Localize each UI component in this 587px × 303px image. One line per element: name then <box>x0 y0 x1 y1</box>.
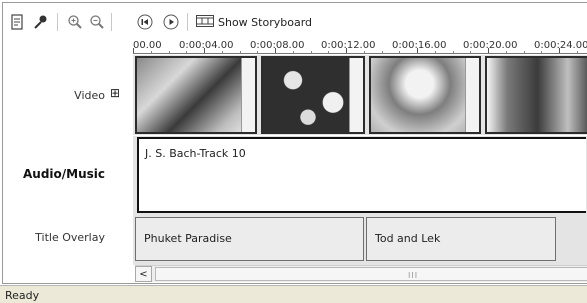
ruler-tick-mark <box>523 51 525 53</box>
ruler-tick-mark <box>221 51 223 53</box>
ruler-tick-mark <box>381 51 383 53</box>
ruler-tick-label: 0:00:04.00 <box>179 40 234 51</box>
ruler-tick-label: 0:00:16.00 <box>392 40 447 51</box>
audio-track-label: Audio/Music <box>22 167 105 181</box>
video-clip-1[interactable] <box>135 56 257 134</box>
ruler-tick-mark <box>505 51 507 53</box>
audio-levels-icon[interactable] <box>31 12 51 32</box>
play-timeline-icon[interactable] <box>161 12 181 32</box>
ruler-tick-label: 0:00:12.00 <box>321 40 376 51</box>
scroll-thumb[interactable]: III <box>155 267 587 281</box>
ruler-tick-mark <box>239 51 241 53</box>
ruler-tick-mark <box>363 51 365 53</box>
ruler-tick-mark <box>470 51 472 53</box>
ruler-tick-mark <box>328 51 330 53</box>
timeline-panel: Show Storyboard 00.00 0:00:04.00 0:00:08… <box>2 2 587 284</box>
ruler-tick-mark <box>399 51 401 53</box>
zoom-in-icon[interactable] <box>65 12 85 32</box>
title-overlay-track-label: Title Overlay <box>35 231 105 244</box>
title-clip-1[interactable]: Phuket Paradise <box>135 217 364 261</box>
ruler-tick-mark <box>292 51 294 53</box>
ruler-tick-mark <box>186 51 188 53</box>
expand-video-icon[interactable]: ⊞ <box>110 86 120 100</box>
ruler-tick-mark <box>150 51 152 53</box>
zoom-out-icon[interactable] <box>87 12 107 32</box>
ruler-tick-mark <box>434 51 436 53</box>
ruler-tick-mark <box>257 51 259 53</box>
title-clip-text: Tod and Lek <box>375 232 441 245</box>
timeline-horizontal-scrollbar[interactable]: < III <box>135 265 587 282</box>
ruler-tick-mark <box>346 48 347 53</box>
status-text: Ready <box>5 289 40 302</box>
status-bar: Ready <box>0 285 587 303</box>
ruler-tick-label: 0:00:20.00 <box>463 40 518 51</box>
audio-clip[interactable]: J. S. Bach-Track 10 <box>137 137 586 213</box>
scroll-grip-icon: III <box>408 271 419 280</box>
ruler-tick-mark <box>204 48 205 53</box>
audio-clip-title: J. S. Bach-Track 10 <box>145 147 246 160</box>
video-clip-4[interactable] <box>485 56 587 134</box>
video-clip-3[interactable] <box>369 56 481 134</box>
ruler-tick-mark <box>310 51 312 53</box>
title-clip-2[interactable]: Tod and Lek <box>366 217 556 261</box>
clip-trim-handle[interactable] <box>241 58 255 132</box>
ruler-tick-mark <box>541 51 543 53</box>
ruler-tick-mark <box>576 51 578 53</box>
ruler-tick-mark <box>133 48 134 53</box>
timeline-toolbar: Show Storyboard <box>3 3 587 39</box>
clip-trim-handle[interactable] <box>349 58 363 132</box>
ruler-tick-mark <box>559 48 560 53</box>
title-clip-text: Phuket Paradise <box>144 232 232 245</box>
scroll-left-button[interactable]: < <box>135 266 152 282</box>
narrate-timeline-icon[interactable] <box>7 12 27 32</box>
ruler-tick-label: 00.00 <box>133 40 162 51</box>
ruler-tick-mark <box>275 48 276 53</box>
ruler-tick-mark <box>168 51 170 53</box>
storyboard-label: Show Storyboard <box>218 15 312 29</box>
ruler-tick-label: 0:00:24.00 <box>534 40 587 51</box>
ruler-tick-mark <box>417 48 418 53</box>
ruler-tick-label: 0:00:08.00 <box>250 40 305 51</box>
clip-trim-handle[interactable] <box>465 58 479 132</box>
ruler-tick-mark <box>488 48 489 53</box>
ruler-tick-mark <box>452 51 454 53</box>
show-storyboard-button[interactable]: Show Storyboard <box>196 13 312 31</box>
video-clip-2[interactable] <box>261 56 365 134</box>
rewind-timeline-icon[interactable] <box>135 12 155 32</box>
chevron-left-icon: < <box>139 268 148 280</box>
storyboard-icon <box>196 14 214 30</box>
timeline-ruler[interactable]: 00.00 0:00:04.00 0:00:08.00 0:00:12.00 0… <box>133 40 587 54</box>
